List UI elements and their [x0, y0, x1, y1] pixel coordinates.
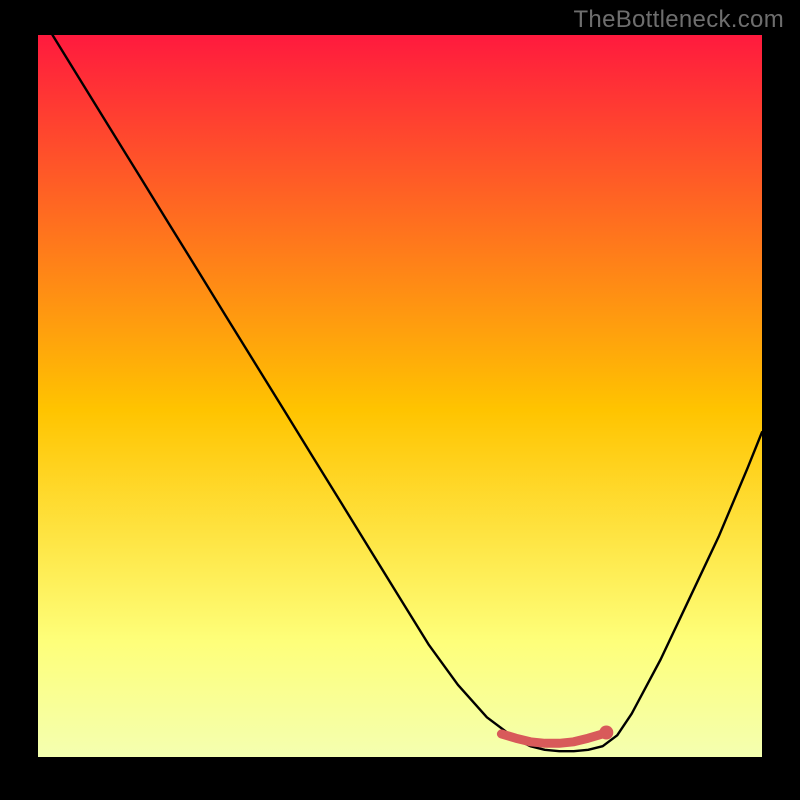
- watermark-text: TheBottleneck.com: [573, 6, 784, 34]
- chart-frame: TheBottleneck.com: [0, 0, 800, 800]
- gradient-backdrop: [38, 35, 762, 757]
- optimum-marker-dot: [599, 726, 613, 740]
- bottleneck-chart: [38, 35, 762, 757]
- plot-area: [38, 35, 762, 757]
